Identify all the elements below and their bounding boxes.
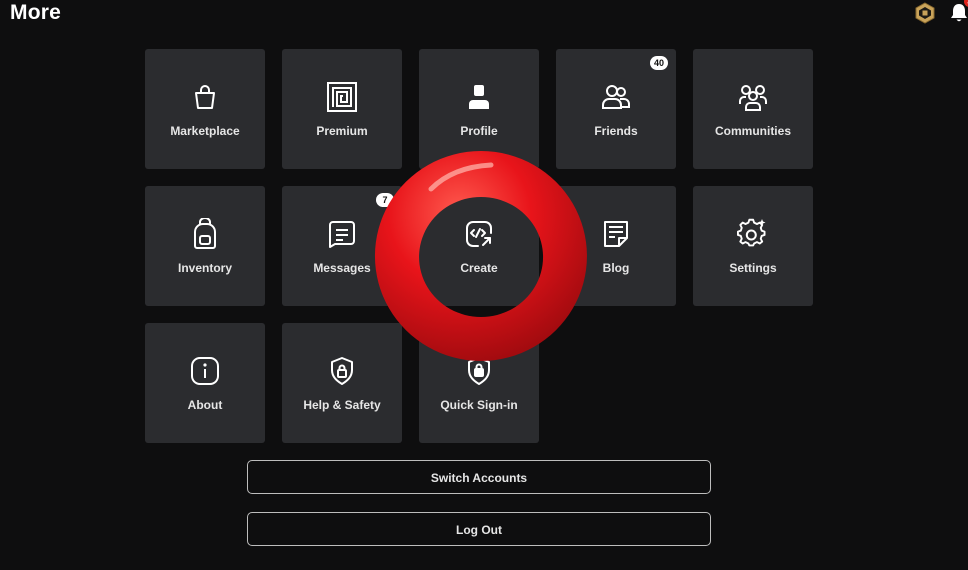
tile-label: Create: [460, 261, 498, 275]
tile-label: Blog: [602, 261, 630, 275]
tile-settings[interactable]: Settings: [693, 186, 813, 306]
tile-quick-sign-in[interactable]: Quick Sign-in: [419, 323, 539, 443]
tile-label: Communities: [714, 124, 791, 138]
tile-label: Inventory: [177, 261, 232, 275]
messages-count-badge: 7: [376, 193, 394, 207]
tile-label: Premium: [316, 124, 368, 138]
log-out-button[interactable]: Log Out: [247, 512, 711, 546]
tile-label: Settings: [729, 261, 777, 275]
tile-label: Friends: [594, 124, 638, 138]
tile-label: About: [187, 398, 223, 412]
tile-blog[interactable]: Blog: [556, 186, 676, 306]
premium-icon: [327, 82, 357, 112]
tile-profile[interactable]: Profile: [419, 49, 539, 169]
tile-inventory[interactable]: Inventory: [145, 186, 265, 306]
tile-create[interactable]: Create: [419, 186, 539, 306]
tile-label: Quick Sign-in: [440, 398, 518, 412]
person-icon: [469, 85, 489, 109]
message-icon: [329, 221, 355, 248]
friends-count-badge: 40: [650, 56, 668, 70]
blog-icon: [604, 221, 628, 247]
code-icon: [466, 221, 492, 247]
gear-icon: [737, 218, 766, 247]
robux-icon: [915, 2, 935, 24]
tile-premium[interactable]: Premium: [282, 49, 402, 169]
tile-label: Profile: [460, 124, 498, 138]
tile-communities[interactable]: Communities: [693, 49, 813, 169]
tile-label: Messages: [313, 261, 371, 275]
backpack-icon: [194, 218, 216, 249]
tile-about[interactable]: About: [145, 323, 265, 443]
robux-button[interactable]: [914, 2, 936, 24]
tile-help-safety[interactable]: Help & Safety: [282, 323, 402, 443]
tile-label: Help & Safety: [303, 398, 381, 412]
tile-friends[interactable]: 40 Friends: [556, 49, 676, 169]
switch-accounts-button[interactable]: Switch Accounts: [247, 460, 711, 494]
more-page: More 3 Marketplace: [0, 0, 968, 570]
info-icon: [191, 357, 219, 385]
lock-shield-icon: [468, 357, 490, 385]
friends-icon: [602, 85, 630, 109]
shield-icon: [331, 357, 353, 385]
header-actions: 3: [848, 0, 968, 30]
tile-messages[interactable]: 7 Messages: [282, 186, 402, 306]
communities-icon: [739, 85, 767, 111]
tile-label: Marketplace: [170, 124, 240, 138]
page-title: More: [10, 1, 61, 24]
tile-marketplace[interactable]: Marketplace: [145, 49, 265, 169]
bag-icon: [195, 85, 215, 109]
